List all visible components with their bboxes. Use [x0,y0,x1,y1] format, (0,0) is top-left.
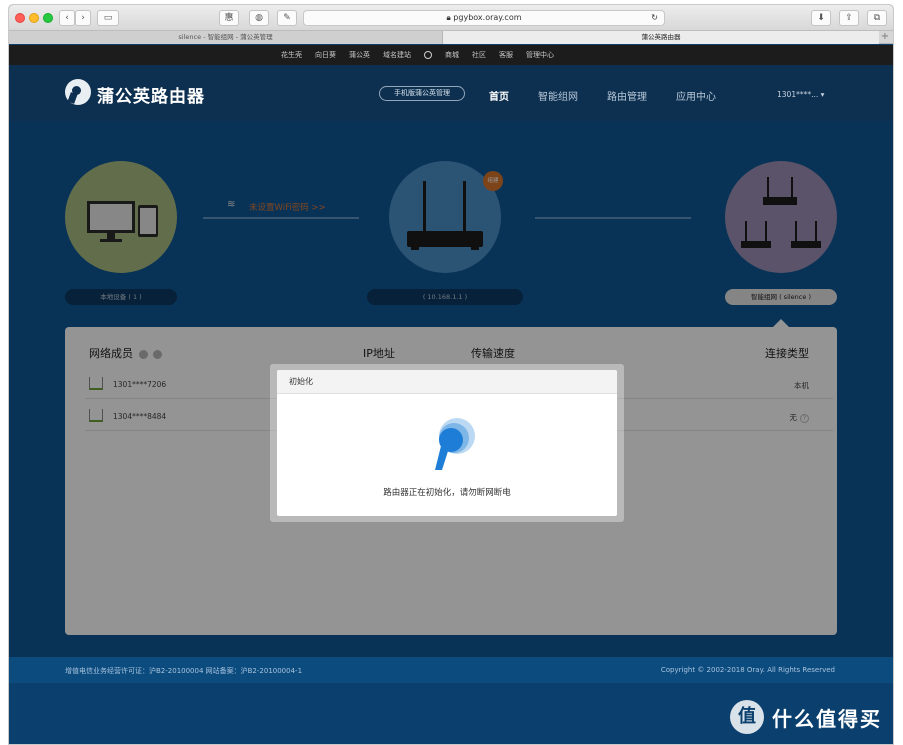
user-menu[interactable]: 1301****... ▾ [777,90,824,99]
close-window-button[interactable] [15,13,25,23]
sidebar-icon[interactable]: ▭ [97,10,119,26]
nav-router-manage[interactable]: 路由管理 [607,88,647,103]
nav-smart-network[interactable]: 智能组网 [538,88,578,103]
address-bar[interactable]: 🔒︎ pgybox.oray.com ↻ [303,10,665,26]
forward-icon[interactable]: › [75,10,91,26]
dandelion-logo-icon[interactable] [65,79,91,105]
nav-home[interactable]: 首页 [489,88,509,103]
modal-title: 初始化 [277,370,617,394]
footer-license[interactable]: 增值电信业务经营许可证：沪B2-20100004 网站备案：沪B2-201000… [65,666,302,676]
tabs-overview-icon[interactable]: ⧉ [867,10,887,26]
browser-titlebar: ‹ › ▭ 惠 ◍ ✎ 🔒︎ pgybox.oray.com ↻ ⬇ ⇪ ⧉ [9,5,893,31]
site-header: 蒲公英路由器 手机版蒲公英管理 首页 智能组网 路由管理 应用中心 1301**… [9,65,893,121]
tab-silence[interactable]: silence - 智能组网 - 蒲公英管理 [9,31,443,44]
topnav-item-pugongying[interactable]: 蒲公英 [349,45,370,65]
edit-extension-button[interactable]: ✎ [277,10,297,26]
zoom-window-button[interactable] [43,13,53,23]
watermark-text: 什么值得买 [772,706,882,731]
oray-top-nav: 花生壳 向日葵 蒲公英 域名建站 商城 社区 客服 管理中心 [9,45,893,65]
share-icon[interactable]: ⇪ [839,10,859,26]
loading-spinner-icon [435,418,475,470]
minimize-window-button[interactable] [29,13,39,23]
modal-message: 路由器正在初始化，请勿断网断电 [383,488,511,498]
ring-icon[interactable] [424,45,432,65]
tab-pgy-router[interactable]: 蒲公英路由器 [443,31,879,44]
main-nav: 首页 智能组网 路由管理 应用中心 [489,88,745,103]
topnav-item-domain[interactable]: 域名建站 [383,45,411,65]
back-icon[interactable]: ‹ [59,10,75,26]
new-tab-button[interactable]: + [877,31,893,44]
init-modal: 初始化 路由器正在初始化，请勿断网断电 [277,370,617,516]
watermark-logo: 值 [730,700,764,734]
topnav-item-xiangrikui[interactable]: 向日葵 [315,45,336,65]
address-bar-url: pgybox.oray.com [453,13,522,22]
topnav-item-service[interactable]: 客服 [499,45,513,65]
topnav-item-admin[interactable]: 管理中心 [526,45,554,65]
reload-icon[interactable]: ↻ [651,11,658,25]
tab-bar: silence - 智能组网 - 蒲公英管理 蒲公英路由器 + [9,31,893,44]
topnav-item-huashengke[interactable]: 花生壳 [281,45,302,65]
footer-copyright: Copyright © 2002-2018 Oray. All Rights R… [660,666,835,674]
mobile-manage-button[interactable]: 手机版蒲公英管理 [379,86,465,101]
download-icon[interactable]: ⬇ [811,10,831,26]
topnav-item-mall[interactable]: 商城 [445,45,459,65]
globe-icon[interactable]: ◍ [249,10,269,26]
bookmark-extension-button[interactable]: 惠 [219,10,239,26]
brand-title[interactable]: 蒲公英路由器 [97,82,205,107]
nav-app-center[interactable]: 应用中心 [676,88,716,103]
lock-icon: 🔒︎ [446,13,451,22]
topnav-item-community[interactable]: 社区 [472,45,486,65]
watermark: 值 什么值得买 [730,700,882,734]
site-footer: 增值电信业务经营许可证：沪B2-20100004 网站备案：沪B2-201000… [9,657,893,683]
